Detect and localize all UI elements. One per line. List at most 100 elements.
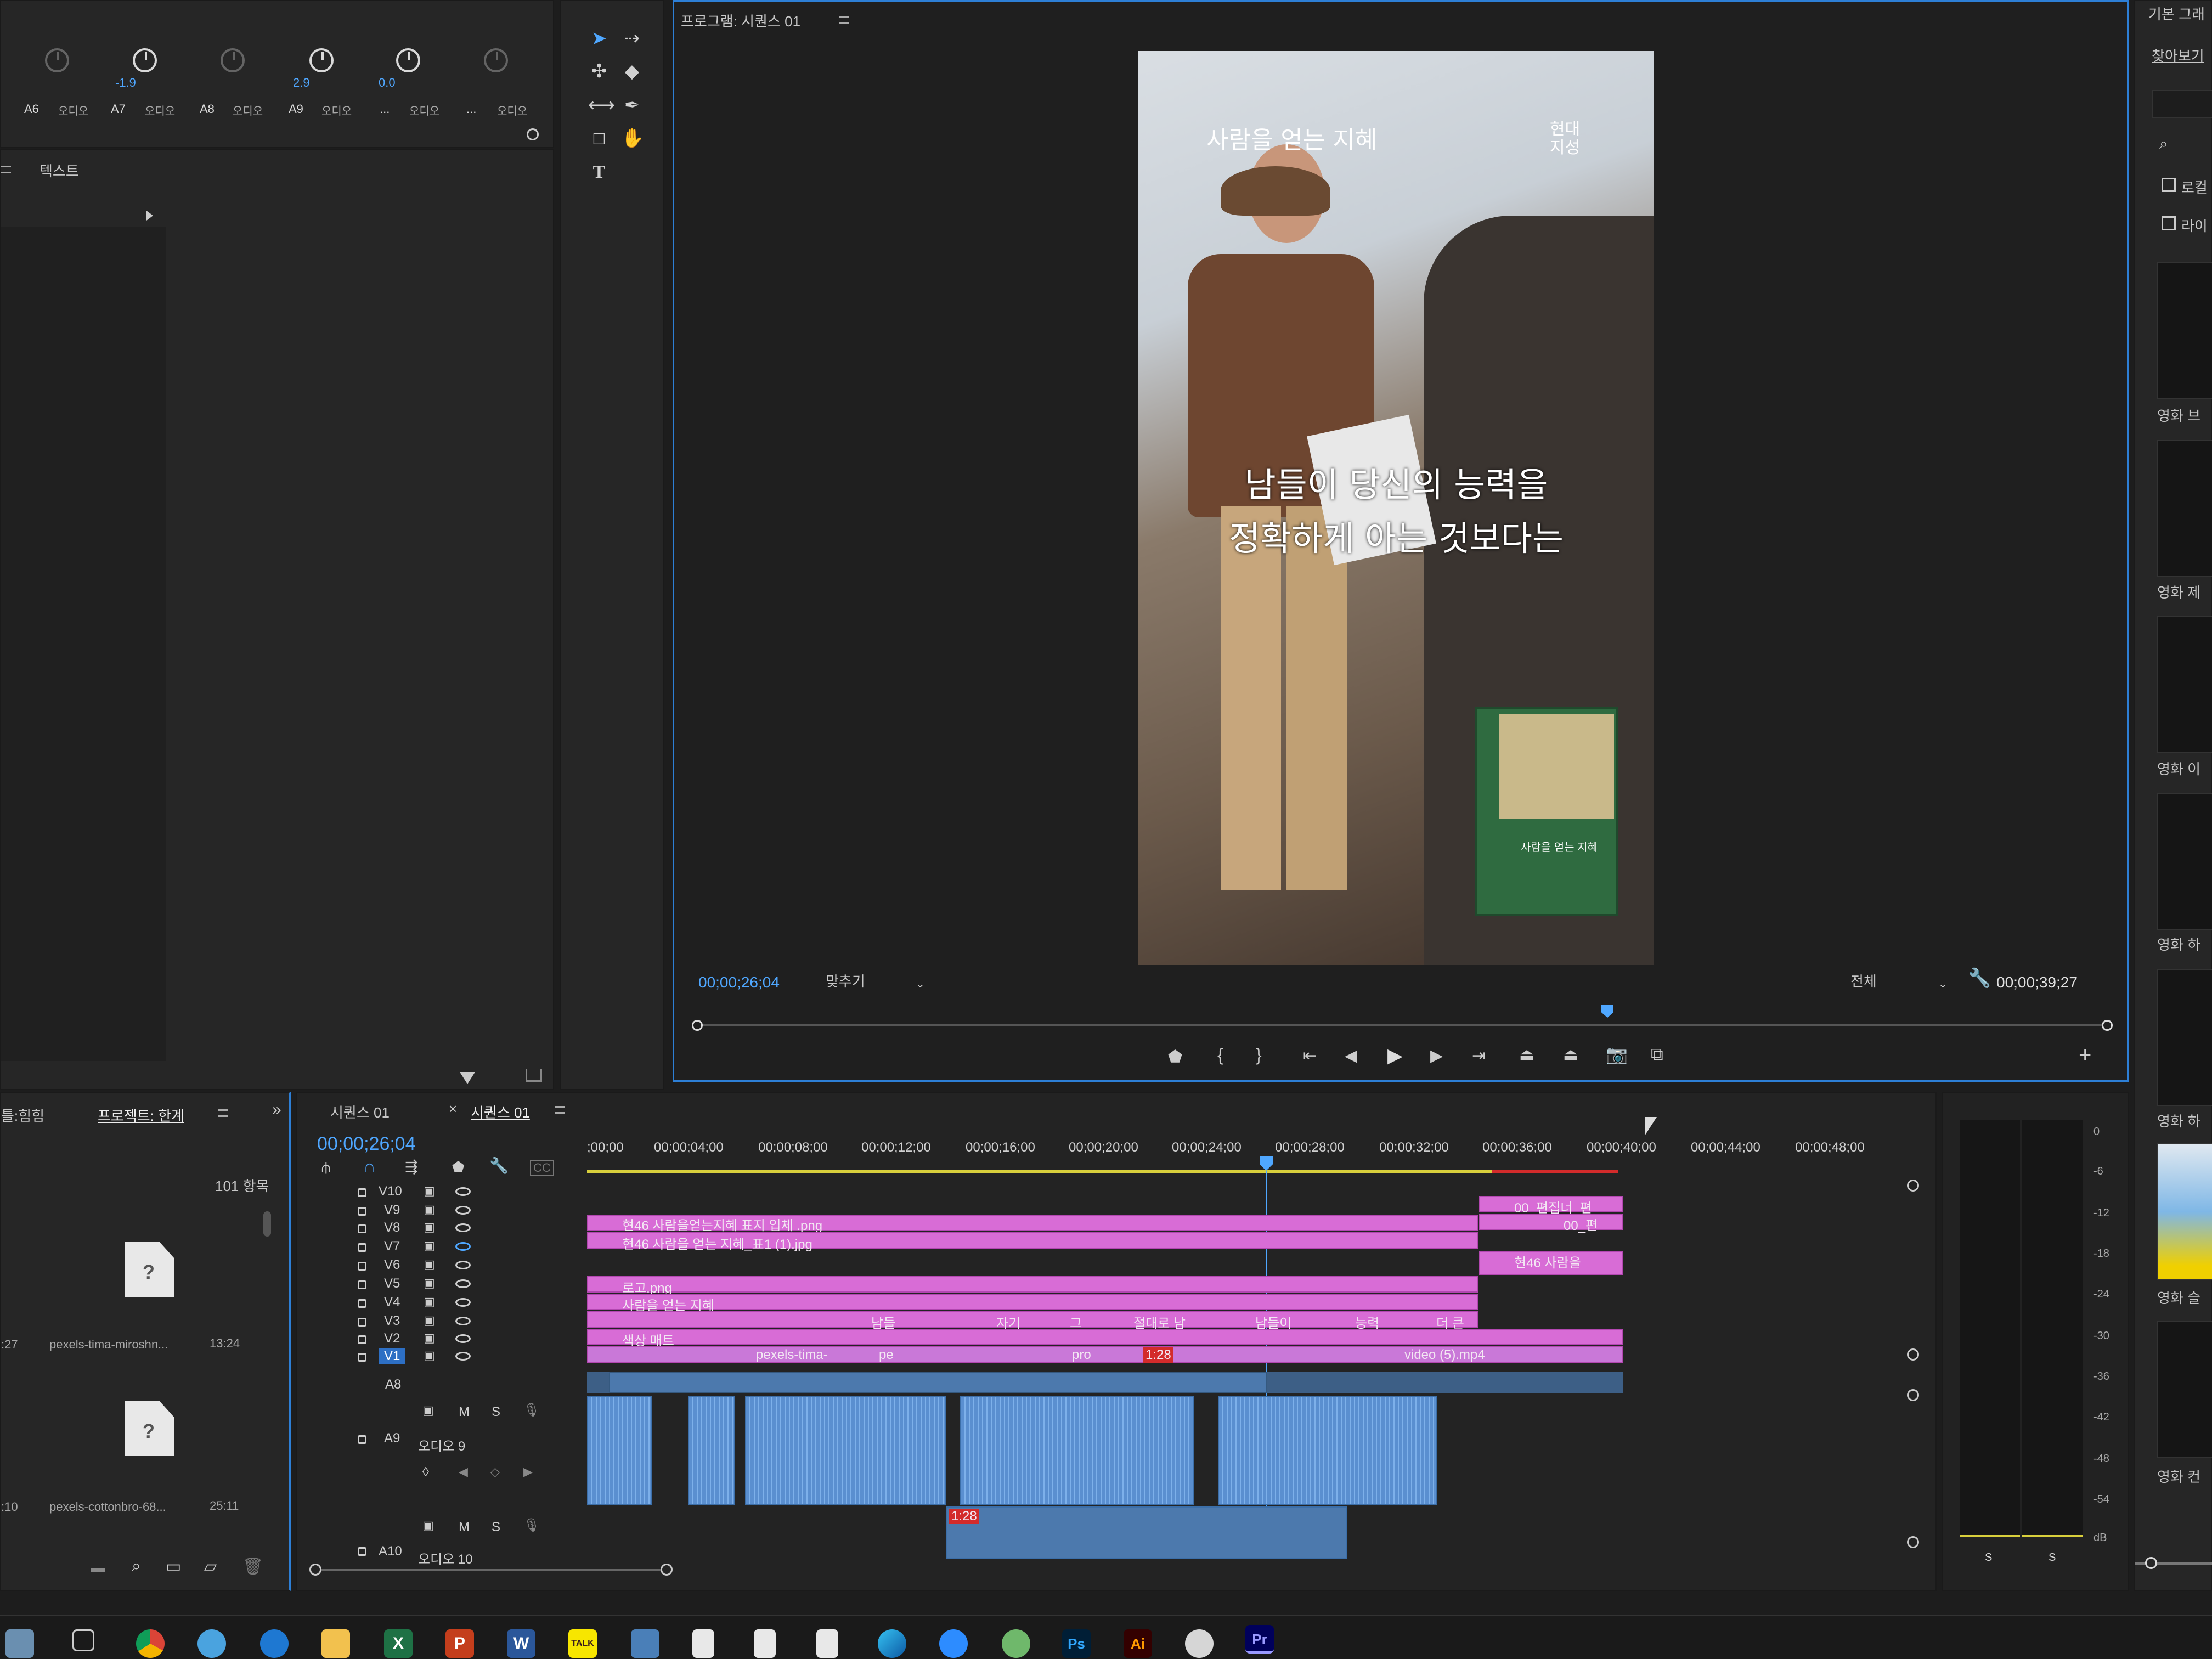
word-icon[interactable]: W bbox=[507, 1629, 535, 1658]
audio-clip-a10[interactable] bbox=[946, 1506, 1347, 1559]
program-timecode[interactable]: 00;00;26;04 bbox=[698, 974, 780, 991]
mute-button[interactable]: M bbox=[459, 1520, 470, 1535]
list-view-icon[interactable]: ▬ bbox=[91, 1559, 105, 1576]
zoom-icon[interactable] bbox=[939, 1629, 968, 1658]
template-thumb[interactable] bbox=[2157, 616, 2212, 753]
toggle-output-icon[interactable]: ▣ bbox=[424, 1203, 435, 1217]
eye-icon[interactable] bbox=[455, 1317, 471, 1325]
add-marker-icon[interactable]: ⬟ bbox=[1168, 1047, 1182, 1066]
search-icon[interactable]: ⌕ bbox=[132, 1557, 141, 1576]
powerpoint-icon[interactable]: P bbox=[445, 1629, 474, 1658]
ripple-edit-tool-icon[interactable]: ✣ bbox=[588, 60, 610, 82]
add-marker-icon[interactable]: ⬟ bbox=[452, 1159, 465, 1176]
panel-menu-icon[interactable] bbox=[218, 1109, 228, 1117]
quality-dropdown[interactable]: 전체 ⌄ bbox=[1850, 970, 1960, 992]
eye-icon[interactable] bbox=[455, 1279, 471, 1288]
wrench-icon[interactable]: 🔧 bbox=[1968, 967, 1991, 989]
solo-button[interactable]: S bbox=[492, 1520, 500, 1535]
scroll-handle[interactable] bbox=[1907, 1180, 1919, 1192]
eye-icon[interactable] bbox=[455, 1352, 471, 1361]
add-keyframe-icon[interactable]: ◇ bbox=[490, 1465, 500, 1479]
scroll-handle[interactable] bbox=[1907, 1348, 1919, 1361]
audio-clip[interactable] bbox=[688, 1396, 735, 1505]
captions-icon[interactable]: CC bbox=[530, 1160, 554, 1176]
delete-icon[interactable]: 🗑 bbox=[242, 1557, 263, 1576]
lock-icon[interactable] bbox=[358, 1547, 366, 1556]
audio-clip[interactable] bbox=[1218, 1396, 1437, 1505]
new-bin-icon[interactable]: ▭ bbox=[166, 1557, 181, 1576]
lock-icon[interactable] bbox=[358, 1353, 366, 1362]
export-icon[interactable] bbox=[526, 1069, 542, 1082]
scrub-end-handle[interactable] bbox=[2102, 1020, 2113, 1031]
track-select-tool-icon[interactable]: ⇢ bbox=[621, 27, 643, 49]
extract-icon[interactable]: ⏏ bbox=[1563, 1045, 1578, 1064]
bird-app-icon[interactable] bbox=[198, 1629, 226, 1658]
template-thumb[interactable] bbox=[2157, 969, 2212, 1106]
panel-menu-icon[interactable] bbox=[1, 166, 11, 173]
pan-knob[interactable] bbox=[396, 48, 420, 72]
hand-tool-icon[interactable]: ✋ bbox=[621, 127, 644, 149]
go-to-out-icon[interactable]: ⇥ bbox=[1472, 1046, 1486, 1065]
razor-tool-icon[interactable]: ◆ bbox=[621, 60, 643, 82]
pen-tool-icon[interactable]: ✒ bbox=[621, 94, 643, 116]
template-thumb[interactable] bbox=[2157, 793, 2212, 930]
dropdown[interactable] bbox=[2152, 90, 2212, 119]
audio-clip[interactable] bbox=[960, 1396, 1194, 1505]
scrollbar[interactable] bbox=[263, 1211, 271, 1237]
pan-knob[interactable] bbox=[484, 48, 508, 72]
file-icon[interactable] bbox=[754, 1629, 776, 1658]
toggle-output-icon[interactable]: ▣ bbox=[424, 1184, 435, 1198]
pan-knob[interactable] bbox=[221, 48, 245, 72]
work-area-bar[interactable] bbox=[587, 1170, 1618, 1173]
go-to-in-icon[interactable]: ⇤ bbox=[1303, 1046, 1317, 1065]
rectangle-tool-icon[interactable]: □ bbox=[588, 127, 610, 149]
tab-text[interactable]: 텍스트 bbox=[40, 160, 79, 180]
toggle-output-icon[interactable]: ▣ bbox=[424, 1331, 435, 1345]
eye-icon[interactable] bbox=[455, 1261, 471, 1269]
prev-keyframe-icon[interactable]: ◀ bbox=[459, 1465, 468, 1479]
illustrator-icon[interactable]: Ai bbox=[1124, 1629, 1152, 1658]
eye-icon[interactable] bbox=[455, 1298, 471, 1307]
linked-selection-icon[interactable]: ⇶ bbox=[405, 1158, 417, 1176]
audio-clip[interactable] bbox=[745, 1396, 946, 1505]
step-back-icon[interactable]: ◀ bbox=[1345, 1046, 1357, 1065]
toggle-output-icon[interactable]: ▣ bbox=[424, 1220, 435, 1234]
expand-panels-icon[interactable]: » bbox=[272, 1101, 281, 1119]
clip[interactable] bbox=[587, 1294, 1478, 1310]
toggle-output-icon[interactable]: ▣ bbox=[424, 1313, 435, 1328]
edge-icon[interactable] bbox=[878, 1629, 906, 1658]
scroll-handle[interactable] bbox=[527, 128, 539, 140]
scroll-handle[interactable] bbox=[661, 1564, 673, 1576]
toggle-output-icon[interactable]: ▣ bbox=[424, 1348, 435, 1363]
scrub-start-handle[interactable] bbox=[692, 1020, 703, 1031]
tab-sequence-active[interactable]: 시퀀스 01 bbox=[471, 1102, 530, 1122]
task-view-icon[interactable] bbox=[72, 1629, 94, 1651]
pan-knob[interactable] bbox=[133, 48, 157, 72]
eye-icon[interactable] bbox=[455, 1187, 471, 1196]
photoshop-icon[interactable]: Ps bbox=[1062, 1629, 1091, 1658]
audio-clip[interactable] bbox=[587, 1396, 652, 1505]
scroll-handle[interactable] bbox=[309, 1564, 321, 1576]
close-icon[interactable]: × bbox=[449, 1101, 457, 1118]
mute-button[interactable]: M bbox=[459, 1404, 470, 1420]
media-item[interactable]: ? :10 pexels-cottonbro-68... 25:11 bbox=[1, 1367, 259, 1514]
template-thumb[interactable] bbox=[2157, 440, 2212, 577]
scrub-bar[interactable] bbox=[696, 1024, 2106, 1026]
play-icon[interactable]: ▶ bbox=[1387, 1044, 1403, 1067]
checkbox-local[interactable] bbox=[2162, 178, 2176, 192]
fit-dropdown[interactable]: 맞추기 ⌄ bbox=[826, 970, 935, 992]
lift-icon[interactable]: ⏏ bbox=[1519, 1045, 1534, 1064]
solo-right-button[interactable]: S bbox=[2049, 1551, 2056, 1564]
cloud-app-icon[interactable] bbox=[1185, 1629, 1214, 1658]
timeline-timecode[interactable]: 00;00;26;04 bbox=[317, 1133, 416, 1155]
green-app-icon[interactable] bbox=[1002, 1629, 1030, 1658]
toggle-output-icon[interactable]: ▣ bbox=[424, 1295, 435, 1309]
clip[interactable] bbox=[587, 1329, 1623, 1345]
add-button-icon[interactable]: + bbox=[2079, 1043, 2091, 1068]
export-frame-icon[interactable]: 📷 bbox=[1606, 1044, 1628, 1065]
filter-icon[interactable] bbox=[460, 1072, 475, 1084]
scroll-handle[interactable] bbox=[1907, 1389, 1919, 1401]
file-icon[interactable] bbox=[692, 1629, 714, 1658]
solo-left-button[interactable]: S bbox=[1985, 1551, 1992, 1564]
eye-icon[interactable] bbox=[455, 1223, 471, 1232]
